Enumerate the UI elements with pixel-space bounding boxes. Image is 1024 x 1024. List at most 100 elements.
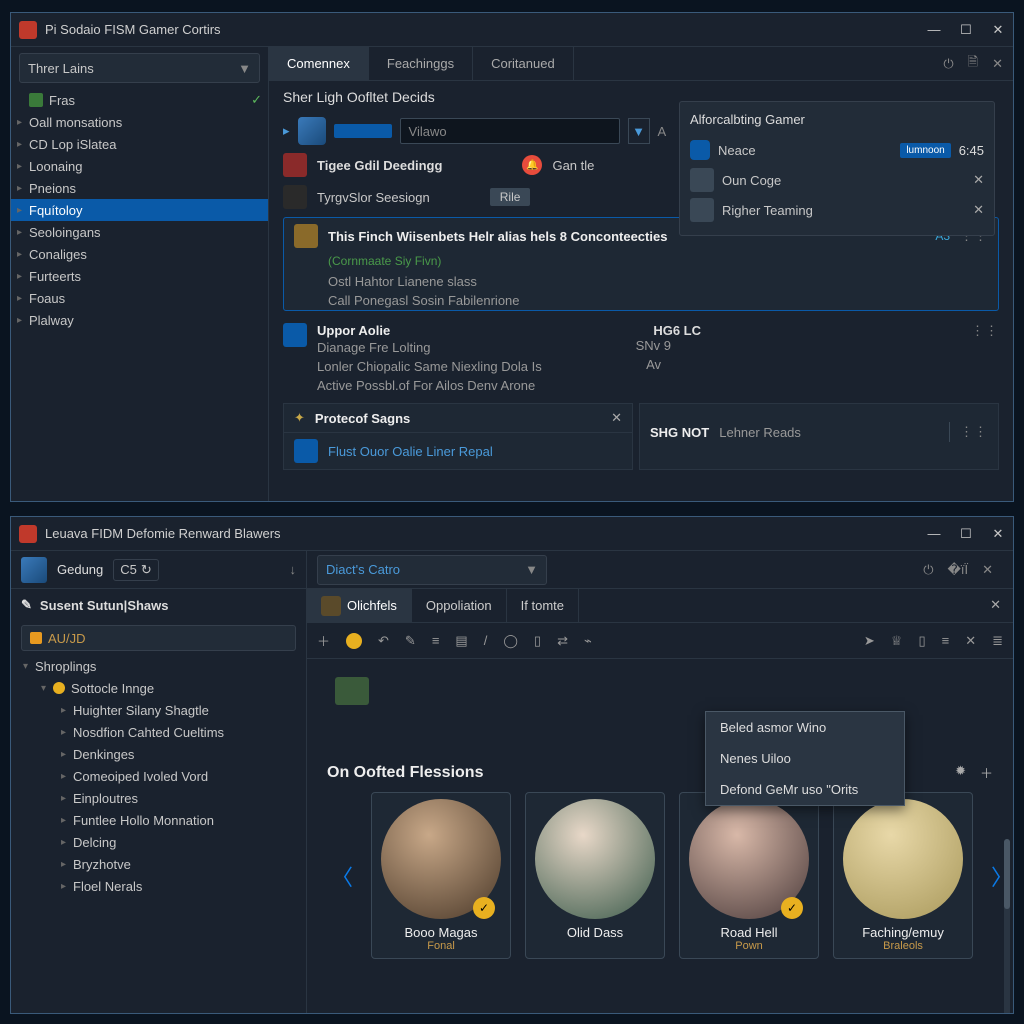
sidebar-item[interactable]: ▸Plalway bbox=[11, 309, 268, 331]
undo-icon[interactable]: ↶ bbox=[378, 633, 389, 649]
forward-icon[interactable]: ➤ bbox=[864, 633, 875, 649]
tree-sub[interactable]: ▾Sottocle Innge bbox=[11, 677, 306, 699]
tree-item[interactable]: ▸Huighter Silany Shagtle bbox=[11, 699, 306, 721]
character-card[interactable]: ✓Road HellPown bbox=[679, 792, 819, 959]
tree-item[interactable]: ▸Floel Nerals bbox=[11, 875, 306, 897]
tree-root[interactable]: ▾Shroplings bbox=[11, 655, 306, 677]
close-tab-icon[interactable]: ✕ bbox=[978, 589, 1013, 622]
menu-icon[interactable]: ≣ bbox=[992, 633, 1003, 649]
context-menu: Beled asmor Wino Nenes Uiloo Defond GeMr… bbox=[705, 711, 905, 806]
circle-icon[interactable]: ◯ bbox=[503, 633, 518, 649]
divider-icon: / bbox=[484, 633, 488, 648]
tab[interactable]: Oppoliation bbox=[412, 589, 507, 622]
sidebar-field[interactable]: AU/JD bbox=[21, 625, 296, 651]
gear-icon[interactable]: ✹ bbox=[955, 763, 966, 782]
prev-arrow[interactable]: 〈 bbox=[327, 860, 357, 892]
image-icon[interactable]: ▤ bbox=[455, 633, 467, 649]
sidebar-item[interactable]: ▸Foaus bbox=[11, 287, 268, 309]
tab[interactable]: If tomte bbox=[507, 589, 579, 622]
search-input[interactable]: Vilawo bbox=[400, 118, 620, 144]
tree-item[interactable]: ▸Denkinges bbox=[11, 743, 306, 765]
maximize-button[interactable]: ☐ bbox=[959, 527, 973, 541]
more-icon[interactable]: ⋮⋮ bbox=[960, 424, 988, 440]
ctx-item[interactable]: Beled asmor Wino bbox=[706, 712, 904, 743]
device-icon[interactable]: ▯ bbox=[918, 633, 925, 649]
tree-item[interactable]: ▸Bryzhotve bbox=[11, 853, 306, 875]
close-icon[interactable]: ✕ bbox=[973, 172, 984, 188]
avatar bbox=[843, 799, 963, 919]
crate-icon[interactable] bbox=[335, 677, 369, 705]
add-icon[interactable]: ＋ bbox=[317, 631, 330, 650]
close-icon[interactable]: ✕ bbox=[982, 562, 993, 578]
close-tab-icon[interactable]: ✕ bbox=[992, 56, 1003, 72]
list-icon[interactable]: ≡ bbox=[942, 633, 950, 648]
delete-icon[interactable]: ✕ bbox=[965, 633, 976, 649]
sidebar-item[interactable]: ▸Loonaing bbox=[11, 155, 268, 177]
panel-row-label: Oun Coge bbox=[722, 173, 781, 188]
card-uppor[interactable]: Uppor AolieHG6 LC Dianage Fre LoltingSNv… bbox=[269, 315, 1013, 399]
align-icon[interactable]: ≡ bbox=[432, 633, 440, 648]
tree-item[interactable]: ▸Comeoiped Ivoled Vord bbox=[11, 765, 306, 787]
maximize-button[interactable]: ☐ bbox=[959, 23, 973, 37]
sidebar-item[interactable]: ▸Conaliges bbox=[11, 243, 268, 265]
add-icon[interactable]: ＋ bbox=[980, 763, 993, 782]
tree-item[interactable]: ▸Nosdfion Cahted Cueltims bbox=[11, 721, 306, 743]
close-icon[interactable]: ✕ bbox=[611, 410, 622, 426]
flag-icon bbox=[30, 632, 42, 644]
tab[interactable]: Olichfels bbox=[307, 589, 412, 622]
sidebar-item[interactable]: ▸Pneions bbox=[11, 177, 268, 199]
titlebar[interactable]: Leuava FIDM Defomie Renward Blawers — ☐ … bbox=[11, 517, 1013, 551]
tab[interactable]: Feachinggs bbox=[369, 47, 473, 80]
footer-icon bbox=[294, 439, 318, 463]
tree-item[interactable]: ▸Delcing bbox=[11, 831, 306, 853]
tree-item[interactable]: ▸Funtlee Hollo Monnation bbox=[11, 809, 306, 831]
avatar: ✓ bbox=[381, 799, 501, 919]
character-card[interactable]: Olid Dass bbox=[525, 792, 665, 959]
item-label: Foaus bbox=[29, 291, 65, 306]
footer-link[interactable]: Flust Ouor Oalie Liner Repal bbox=[328, 444, 493, 459]
tree-item[interactable]: ▸Einploutres bbox=[11, 787, 306, 809]
power-icon[interactable]: ⏻ bbox=[923, 562, 933, 578]
item-label: Fras bbox=[49, 93, 75, 108]
refresh-badge[interactable]: C5↻ bbox=[113, 559, 159, 581]
edit-icon[interactable]: ✎ bbox=[405, 633, 416, 649]
panel-row[interactable]: Oun Coge ✕ bbox=[690, 165, 984, 195]
more-icon[interactable]: ⋮⋮ bbox=[971, 323, 999, 339]
sidebar-item[interactable]: ▸Oall monsations bbox=[11, 111, 268, 133]
item-label: Funtlee Hollo Monnation bbox=[73, 813, 214, 828]
link-icon[interactable]: ⇄ bbox=[557, 633, 568, 649]
doc-icon[interactable]: ▯ bbox=[534, 633, 541, 649]
panel-badge: lumnoon bbox=[900, 143, 950, 158]
ctx-item[interactable]: Defond GeMr uso "Orits bbox=[706, 774, 904, 805]
sidebar-item[interactable]: Fras✓ bbox=[11, 89, 268, 111]
tab[interactable]: Comennex bbox=[269, 47, 369, 80]
search-dropdown[interactable]: ▼ bbox=[628, 118, 650, 144]
minimize-button[interactable]: — bbox=[927, 527, 941, 541]
warning-icon[interactable] bbox=[346, 633, 362, 649]
scroll-thumb[interactable] bbox=[1004, 839, 1010, 909]
sidebar-item[interactable]: ▸Furteerts bbox=[11, 265, 268, 287]
sidebar-dropdown[interactable]: Threr Lains ▼ bbox=[19, 53, 260, 83]
save-icon[interactable]: 🗎 bbox=[968, 53, 978, 75]
character-card[interactable]: Faching/emuyBraleols bbox=[833, 792, 973, 959]
crown-icon[interactable]: ♕ bbox=[891, 633, 903, 649]
scrollbar[interactable] bbox=[1004, 839, 1010, 1013]
brush-icon[interactable]: ⌁ bbox=[584, 633, 592, 649]
sidebar-item[interactable]: ▸Seoloingans bbox=[11, 221, 268, 243]
ctx-item[interactable]: Nenes Uiloo bbox=[706, 743, 904, 774]
titlebar[interactable]: Pi Sodaio FISM Gamer Cortirs — ☐ ✕ bbox=[11, 13, 1013, 47]
play-icon[interactable]: ▸ bbox=[283, 123, 290, 139]
download-icon[interactable]: ↓ bbox=[290, 562, 297, 577]
power-icon[interactable]: ⏻ bbox=[943, 56, 953, 72]
minimize-button[interactable]: — bbox=[927, 23, 941, 37]
sidebar-item[interactable]: ▸CD Lop iSlatea bbox=[11, 133, 268, 155]
panel-row[interactable]: Righer Teaming ✕ bbox=[690, 195, 984, 225]
main-dropdown[interactable]: Diact's Catro ▼ bbox=[317, 555, 547, 585]
export-icon[interactable]: �їЇ bbox=[948, 562, 969, 578]
close-icon[interactable]: ✕ bbox=[973, 202, 984, 218]
close-button[interactable]: ✕ bbox=[991, 23, 1005, 37]
sidebar-item[interactable]: ▸Fquítoloy bbox=[11, 199, 268, 221]
character-card[interactable]: ✓Booo MagasFonal bbox=[371, 792, 511, 959]
tab[interactable]: Coritanued bbox=[473, 47, 574, 80]
close-button[interactable]: ✕ bbox=[991, 527, 1005, 541]
